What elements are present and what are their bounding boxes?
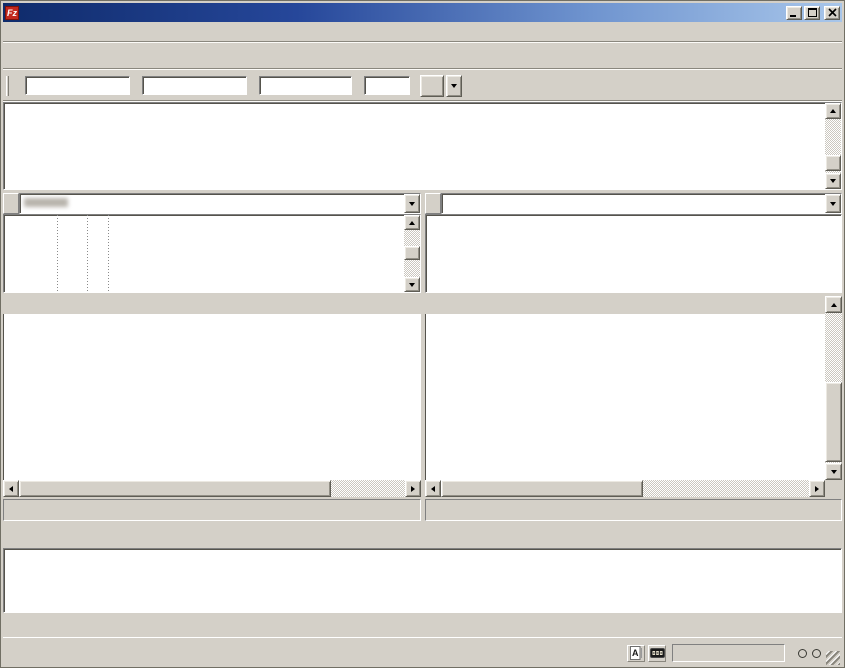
queue-status-text [672,644,785,662]
remote-site-bar [425,193,842,214]
host-input[interactable] [25,76,130,95]
scroll-up-button[interactable] [825,103,841,119]
local-site-label [3,193,19,214]
close-button[interactable] [824,6,840,20]
transfer-type-icon[interactable]: A [627,645,645,662]
scroll-left-button[interactable] [3,480,19,497]
transfer-queue-header [3,528,842,548]
username-input[interactable] [142,76,247,95]
quickconnect-dropdown-button[interactable] [446,75,462,97]
status-bar: A [3,641,842,665]
remote-directory-tree [425,214,842,293]
scroll-down-button[interactable] [825,463,842,480]
scrollbar-thumb[interactable] [825,382,842,462]
local-path-combobox[interactable] [19,193,421,214]
local-file-list-header [3,296,421,314]
local-list-hscrollbar[interactable] [3,480,421,497]
remote-site-label [425,193,441,214]
scrollbar-thumb[interactable] [441,480,643,497]
remote-path-value [442,194,825,213]
local-path-dropdown-button[interactable] [404,194,420,213]
filezilla-window: Fz [0,0,845,668]
local-path-value [20,194,404,213]
remote-selection-status [425,499,842,521]
password-input[interactable] [259,76,352,95]
local-tree-scrollbar[interactable] [404,215,420,292]
tree-guide [108,215,109,293]
toolbar [3,43,842,68]
remote-list-hscrollbar[interactable] [425,480,825,497]
title-bar: Fz [3,3,842,22]
queue-tab-bar [3,615,842,638]
minimize-button[interactable] [786,6,802,20]
scrollbar-thumb[interactable] [404,246,420,260]
svg-text:A: A [632,648,639,658]
remote-path-combobox[interactable] [441,193,842,214]
toolbar-gripper[interactable] [6,76,9,96]
transfer-queue-body[interactable] [3,548,842,613]
speed-limits-icon[interactable] [648,645,666,662]
scroll-down-button[interactable] [825,173,841,189]
tree-guide [87,215,88,293]
scroll-down-button[interactable] [404,277,420,292]
maximize-button[interactable] [804,6,820,20]
scroll-up-button[interactable] [404,215,420,230]
local-site-bar [3,193,421,214]
local-directory-tree [3,214,421,293]
remote-path-dropdown-button[interactable] [825,194,841,213]
port-input[interactable] [364,76,410,95]
log-scrollbar[interactable] [825,103,841,189]
chevron-down-icon [451,84,457,88]
quickconnect-bar [3,70,842,101]
remote-list-scrollbar[interactable] [825,296,842,480]
window-resize-grip[interactable] [826,651,840,665]
scroll-left-button[interactable] [425,480,441,497]
local-file-list [3,314,421,480]
queue-led-red [812,649,821,658]
quickconnect-button[interactable] [420,75,444,97]
message-log [3,102,842,190]
local-selection-status [3,499,421,521]
scroll-right-button[interactable] [809,480,825,497]
filezilla-app-icon[interactable]: Fz [5,6,19,20]
remote-file-list-header [425,296,842,314]
tree-guide [57,215,58,293]
remote-file-list [425,314,825,480]
scroll-right-button[interactable] [405,480,421,497]
menu-bar [3,22,842,41]
redacted-username [24,198,68,207]
scroll-up-button[interactable] [825,296,842,313]
scrollbar-thumb[interactable] [19,480,331,497]
queue-led-green [798,649,807,658]
scrollbar-thumb[interactable] [825,155,841,171]
